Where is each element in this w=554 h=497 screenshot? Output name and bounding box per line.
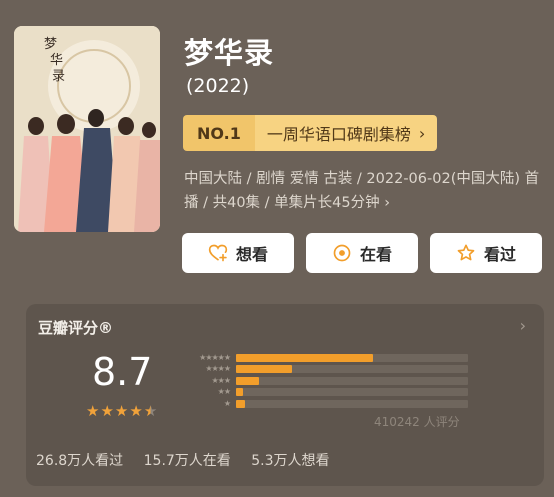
heart-plus-icon [208,244,228,262]
rating-score: 8.7 [92,350,153,394]
svg-text:梦: 梦 [44,37,57,52]
rating-row: ★★★★ [178,364,468,376]
rating-card[interactable]: 豆瓣评分® › 8.7 ★ ★ ★ ★ ★ ★★★★★ ★★★★ ★★★ ★★ ★ 410242… [26,304,544,486]
rating-bar-track [236,399,468,408]
rating-bar-fill [236,388,243,397]
rating-bar-fill [236,376,260,385]
rating-bar-fill [236,365,292,374]
watching-label: 在看 [359,245,392,264]
watched-count: 26.8万人看过 [36,453,124,469]
rating-distribution: ★★★★★ ★★★★ ★★★ ★★ ★ [178,352,468,410]
svg-text:录: 录 [52,69,65,84]
watched-button[interactable]: 看过 [430,233,542,273]
show-info[interactable]: 中国大陆 / 剧情 爱情 古装 / 2022-06-02(中国大陆) 首播 / … [184,167,540,215]
show-title: 梦华录 [184,36,275,70]
rating-row-stars: ★★★★ [205,364,231,374]
rating-row: ★ [178,398,468,410]
rating-bar-fill [236,399,246,408]
watching-button[interactable]: 在看 [306,233,418,273]
rating-bar-track [236,388,468,397]
rating-total: 410242 人评分 [374,415,460,429]
star-icon: ★ [86,402,100,420]
watching-count: 15.7万人在看 [143,453,231,469]
star-icon: ★ [114,402,129,420]
rank-list-label: 一周华语口碑剧集榜 [266,125,411,144]
rating-title: 豆瓣评分® [38,319,114,337]
ranking-badge[interactable]: NO.1 一周华语口碑剧集榜 › [183,115,438,151]
audience-counts: 26.8万人看过 15.7万人在看 5.3万人想看 [36,450,346,470]
star-icon: ★ [143,402,158,420]
rating-row-stars: ★ [223,398,231,408]
rating-bar-track [236,376,468,385]
chevron-right-icon: › [384,195,391,211]
rating-bar-track [236,353,468,362]
rating-row: ★★★ [178,375,468,387]
star-icon: ★ [129,402,143,420]
want-to-watch-button[interactable]: 想看 [182,233,294,273]
rating-row: ★★★★★ [178,352,468,364]
watched-label: 看过 [483,245,516,264]
chevron-right-icon: › [418,123,426,143]
rating-row-stars: ★★ [217,387,231,397]
release-year: (2022) [186,75,250,97]
rating-bar-fill [236,353,373,362]
rank-list-name: 一周华语口碑剧集榜 › [254,115,438,151]
rating-bar-track [236,365,468,374]
rating-stars: ★ ★ ★ ★ ★ [86,402,157,420]
want-label: 想看 [235,245,268,264]
rank-number: NO.1 [183,115,255,151]
poster-illustration: 梦 华 录 [14,26,160,232]
svg-text:华: 华 [50,53,63,68]
rating-row-stars: ★★★ [211,375,231,385]
chevron-right-icon: › [519,316,526,335]
poster-image[interactable]: 梦 华 录 [14,26,160,232]
show-info-text: 中国大陆 / 剧情 爱情 古装 / 2022-06-02(中国大陆) 首播 / … [184,171,540,211]
rating-row-stars: ★★★★★ [199,352,231,362]
star-outline-icon [457,244,475,261]
target-circle-icon [333,244,351,262]
rating-row: ★★ [178,387,468,399]
want-count: 5.3万人想看 [251,453,330,469]
star-icon: ★ [100,402,114,420]
